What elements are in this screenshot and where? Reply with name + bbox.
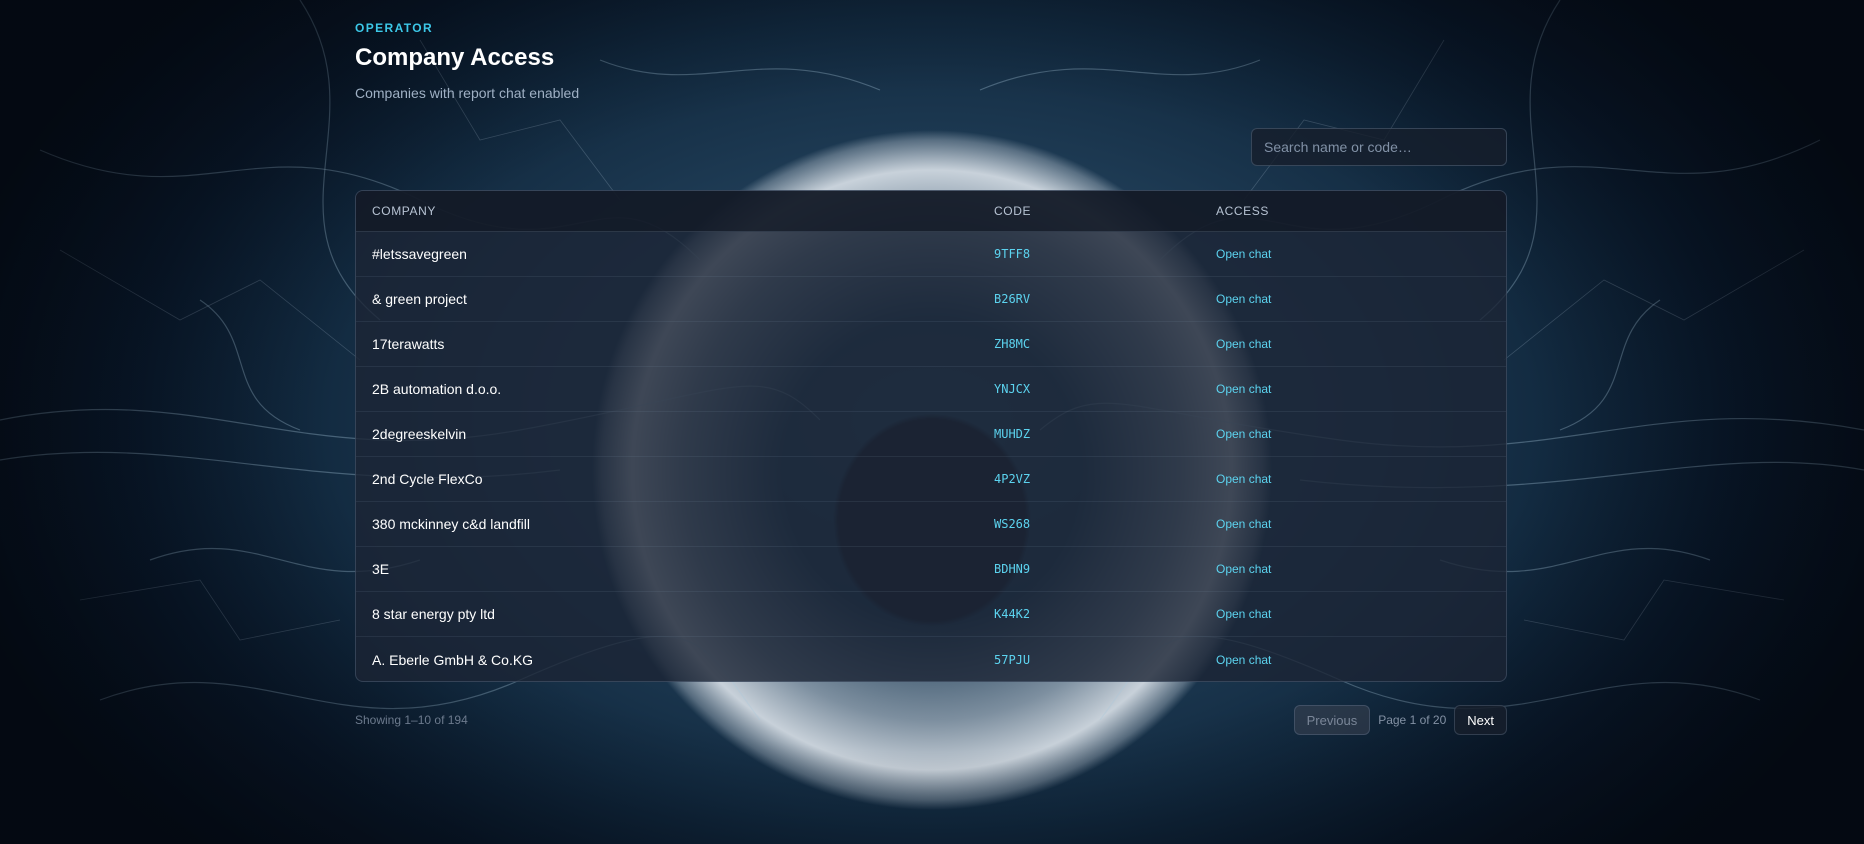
table-header: COMPANY CODE ACCESS xyxy=(356,191,1506,232)
table-row: 2nd Cycle FlexCo 4P2VZ Open chat xyxy=(356,457,1506,502)
table-row: 2degreeskelvin MUHDZ Open chat xyxy=(356,412,1506,457)
page-indicator: Page 1 of 20 xyxy=(1378,713,1447,727)
company-code: ZH8MC xyxy=(994,337,1031,351)
next-button[interactable]: Next xyxy=(1454,705,1507,735)
table-row: 17terawatts ZH8MC Open chat xyxy=(356,322,1506,367)
column-header-access: ACCESS xyxy=(1216,204,1269,218)
company-code: MUHDZ xyxy=(994,427,1031,441)
company-code: WS268 xyxy=(994,517,1031,531)
search-input[interactable] xyxy=(1251,128,1507,166)
company-name: 380 mckinney c&d landfill xyxy=(372,516,530,532)
company-name: #letssavegreen xyxy=(372,246,467,262)
open-chat-link[interactable]: Open chat xyxy=(1216,517,1271,531)
open-chat-link[interactable]: Open chat xyxy=(1216,653,1271,667)
company-name: 3E xyxy=(372,561,390,577)
company-code: 57PJU xyxy=(994,652,1031,667)
table-row: #letssavegreen 9TFF8 Open chat xyxy=(356,232,1506,277)
company-code: K44K2 xyxy=(994,607,1031,621)
company-code: 9TFF8 xyxy=(994,247,1031,261)
table-row: 8 star energy pty ltd K44K2 Open chat xyxy=(356,592,1506,637)
table-row: 3E BDHN9 Open chat xyxy=(356,547,1506,592)
table-row: 380 mckinney c&d landfill WS268 Open cha… xyxy=(356,502,1506,547)
company-code: YNJCX xyxy=(994,382,1031,396)
open-chat-link[interactable]: Open chat xyxy=(1216,382,1271,396)
company-code: 4P2VZ xyxy=(994,472,1031,486)
column-header-company: COMPANY xyxy=(372,204,436,218)
table-row: & green project B26RV Open chat xyxy=(356,277,1506,322)
open-chat-link[interactable]: Open chat xyxy=(1216,562,1271,576)
company-name: 2degreeskelvin xyxy=(372,426,467,442)
company-name: 8 star energy pty ltd xyxy=(372,606,495,622)
company-name: A. Eberle GmbH & Co.KG xyxy=(372,651,534,668)
company-table: COMPANY CODE ACCESS #letssavegreen 9TFF8… xyxy=(355,190,1507,682)
section-eyebrow: OPERATOR xyxy=(355,21,434,35)
table-row: A. Eberle GmbH & Co.KG 57PJU Open chat xyxy=(356,637,1506,681)
open-chat-link[interactable]: Open chat xyxy=(1216,247,1271,261)
open-chat-link[interactable]: Open chat xyxy=(1216,337,1271,351)
company-name: 17terawatts xyxy=(372,336,445,352)
page-title: Company Access xyxy=(355,44,555,71)
table-row: 2B automation d.o.o. YNJCX Open chat xyxy=(356,367,1506,412)
company-name: & green project xyxy=(372,291,467,307)
column-header-code: CODE xyxy=(994,204,1032,218)
open-chat-link[interactable]: Open chat xyxy=(1216,292,1271,306)
company-code: B26RV xyxy=(994,292,1031,306)
open-chat-link[interactable]: Open chat xyxy=(1216,427,1271,441)
open-chat-link[interactable]: Open chat xyxy=(1216,472,1271,486)
open-chat-link[interactable]: Open chat xyxy=(1216,607,1271,621)
company-name: 2B automation d.o.o. xyxy=(372,381,502,397)
page-subtitle: Companies with report chat enabled xyxy=(355,85,580,101)
pagination: Previous Page 1 of 20 Next xyxy=(1293,705,1507,735)
previous-button[interactable]: Previous xyxy=(1293,705,1371,735)
results-count: Showing 1–10 of 194 xyxy=(355,713,468,727)
company-code: BDHN9 xyxy=(994,562,1031,576)
company-name: 2nd Cycle FlexCo xyxy=(372,471,483,487)
